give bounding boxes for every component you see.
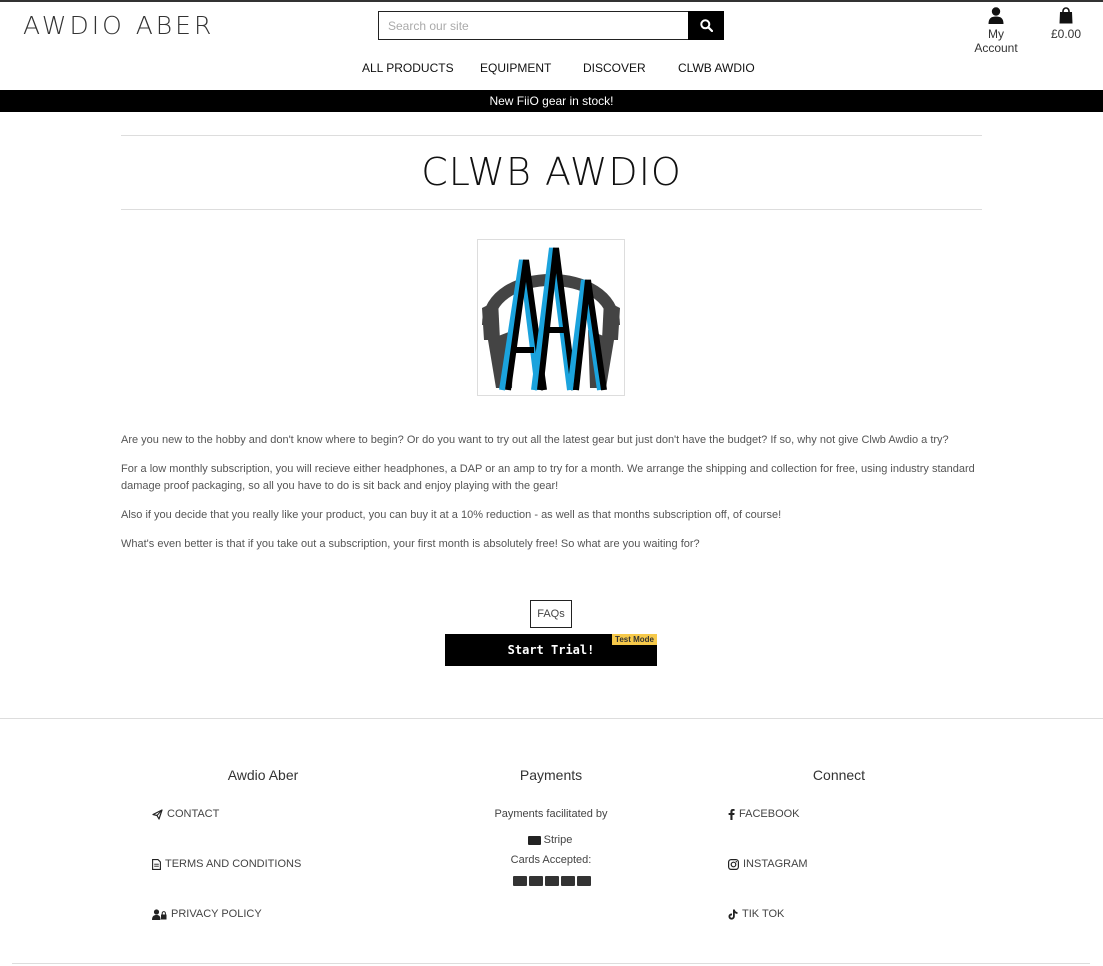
divider bbox=[121, 135, 982, 136]
shopping-bag-icon bbox=[1059, 7, 1073, 24]
footer-link-label: PRIVACY POLICY bbox=[171, 908, 262, 920]
club-description: Are you new to the hobby and don't know … bbox=[121, 432, 982, 565]
paper-plane-icon bbox=[152, 808, 163, 820]
footer-link-contact[interactable]: CONTACT bbox=[152, 808, 219, 820]
user-lock-icon bbox=[152, 908, 167, 920]
footer-link-label: FACEBOOK bbox=[739, 808, 800, 820]
faqs-button[interactable]: FAQs bbox=[530, 600, 572, 628]
card-icons bbox=[513, 876, 591, 886]
footer-link-instagram[interactable]: INSTAGRAM bbox=[728, 858, 808, 870]
search-input[interactable] bbox=[378, 11, 688, 40]
user-icon bbox=[988, 7, 1004, 24]
footer-link-label: INSTAGRAM bbox=[743, 858, 808, 870]
stripe-provider: Stripe bbox=[500, 834, 600, 846]
payments-facilitated-text: Payments facilitated by bbox=[494, 808, 608, 820]
site-logo[interactable]: AWDIO ABER bbox=[23, 11, 214, 40]
stripe-icon bbox=[527, 835, 541, 845]
footer-link-label: CONTACT bbox=[167, 808, 220, 820]
nav-discover[interactable]: DISCOVER bbox=[583, 61, 646, 75]
cards-accepted-text: Cards Accepted: bbox=[510, 854, 592, 866]
stripe-label: Stripe bbox=[543, 834, 573, 846]
tiktok-icon bbox=[728, 909, 738, 920]
search-button[interactable] bbox=[688, 11, 724, 40]
divider bbox=[121, 209, 982, 210]
test-mode-badge: Test Mode bbox=[612, 634, 657, 645]
footer-link-tiktok[interactable]: TIK TOK bbox=[728, 908, 784, 920]
footer-title-connect: Connect bbox=[812, 767, 866, 783]
paragraph: Are you new to the hobby and don't know … bbox=[121, 434, 949, 446]
cart-link[interactable]: £0.00 bbox=[1048, 7, 1084, 41]
footer-link-privacy[interactable]: PRIVACY POLICY bbox=[152, 908, 262, 920]
headphones-logo-image bbox=[482, 247, 620, 391]
clwb-awdio-logo bbox=[477, 239, 625, 396]
diners-club-card-icon bbox=[577, 876, 591, 886]
account-label: My Account bbox=[974, 27, 1018, 55]
main-nav: ALL PRODUCTS EQUIPMENT DISCOVER CLWB AWD… bbox=[0, 61, 1103, 77]
footer-title-awdio-aber: Awdio Aber bbox=[227, 767, 299, 783]
page-title: CLWB AWDIO bbox=[421, 150, 682, 194]
footer-divider bbox=[0, 718, 1103, 719]
footer-link-terms[interactable]: TERMS AND CONDITIONS bbox=[152, 858, 301, 870]
nav-equipment[interactable]: EQUIPMENT bbox=[480, 61, 551, 75]
amex-card-icon bbox=[545, 876, 559, 886]
footer-bottom-divider bbox=[12, 963, 1090, 964]
top-border bbox=[0, 0, 1103, 2]
nav-clwb-awdio[interactable]: CLWB AWDIO bbox=[678, 61, 755, 75]
paragraph: Also if you decide that you really like … bbox=[121, 509, 782, 521]
search-form bbox=[378, 11, 724, 40]
visa-card-icon bbox=[513, 876, 527, 886]
promo-banner: New FiiO gear in stock! bbox=[0, 90, 1103, 112]
nav-all-products[interactable]: ALL PRODUCTS bbox=[362, 61, 454, 75]
start-trial-label: Start Trial! bbox=[507, 643, 595, 657]
paragraph: For a low monthly subscription, you will… bbox=[121, 463, 975, 492]
cart-total: £0.00 bbox=[1050, 27, 1082, 41]
instagram-icon bbox=[728, 858, 739, 870]
document-icon bbox=[152, 858, 161, 870]
footer-link-facebook[interactable]: FACEBOOK bbox=[728, 808, 800, 820]
footer-link-label: TIK TOK bbox=[742, 908, 785, 920]
facebook-icon bbox=[728, 808, 735, 820]
mastercard-icon bbox=[529, 876, 543, 886]
footer-link-label: TERMS AND CONDITIONS bbox=[165, 858, 302, 870]
paragraph: What's even better is that if you take o… bbox=[121, 538, 700, 550]
footer-title-payments: Payments bbox=[519, 767, 583, 783]
my-account-link[interactable]: My Account bbox=[966, 7, 1026, 55]
discover-card-icon bbox=[561, 876, 575, 886]
start-trial-button[interactable]: Start Trial! Test Mode bbox=[445, 634, 657, 666]
search-icon bbox=[699, 19, 713, 32]
